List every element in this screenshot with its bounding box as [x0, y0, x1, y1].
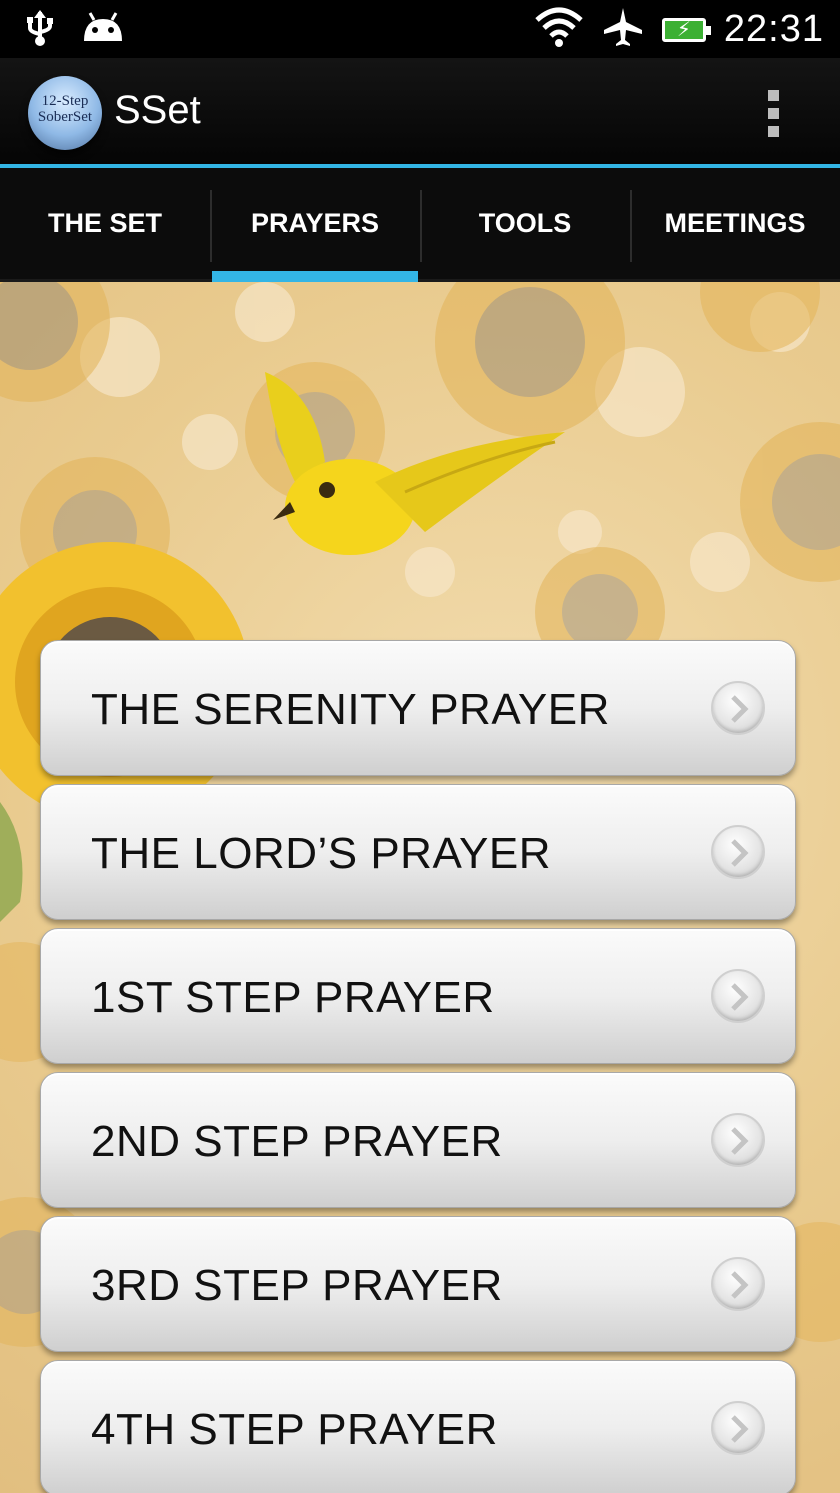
app-title: SSet	[114, 88, 201, 132]
list-item-3rd-step-prayer[interactable]: 3RD STEP PRAYER	[40, 1216, 796, 1352]
app-logo[interactable]: 12-Step SoberSet	[28, 76, 102, 150]
action-bar: 12-Step SoberSet SSet	[0, 58, 840, 168]
overflow-menu-icon[interactable]	[762, 90, 786, 138]
list-item-label: 1ST STEP PRAYER	[91, 973, 495, 1022]
list-item-label: 3RD STEP PRAYER	[91, 1261, 503, 1310]
tab-bar: THE SET PRAYERS TOOLS MEETINGS	[0, 168, 840, 282]
prayer-list: THE SERENITY PRAYER THE LORD’S PRAYER 1S…	[40, 640, 796, 1493]
list-item-serenity-prayer[interactable]: THE SERENITY PRAYER	[40, 640, 796, 776]
list-item-label: THE SERENITY PRAYER	[91, 685, 610, 734]
android-icon	[80, 11, 126, 50]
clock-time: 22:31	[723, 8, 824, 50]
tab-meetings[interactable]: MEETINGS	[630, 168, 840, 279]
list-item-lords-prayer[interactable]: THE LORD’S PRAYER	[40, 784, 796, 920]
chevron-right-icon	[711, 1257, 765, 1311]
logo-line1: 12-Step	[41, 93, 89, 109]
wifi-icon	[534, 6, 584, 53]
bird-image	[265, 372, 565, 555]
list-item-2nd-step-prayer[interactable]: 2ND STEP PRAYER	[40, 1072, 796, 1208]
list-item-label: 4TH STEP PRAYER	[91, 1405, 498, 1454]
chevron-right-icon	[711, 825, 765, 879]
airplane-mode-icon	[602, 6, 644, 53]
prayers-content: THE SERENITY PRAYER THE LORD’S PRAYER 1S…	[0, 282, 840, 1493]
tab-tools[interactable]: TOOLS	[420, 168, 630, 279]
list-item-label: 2ND STEP PRAYER	[91, 1117, 503, 1166]
battery-charging-icon: ⚡	[661, 17, 711, 42]
tab-prayers[interactable]: PRAYERS	[210, 168, 420, 282]
chevron-right-icon	[711, 1113, 765, 1167]
usb-icon	[22, 8, 58, 53]
logo-line2: SoberSet	[37, 109, 93, 125]
chevron-right-icon	[711, 969, 765, 1023]
status-bar: ⚡ 22:31	[0, 0, 840, 58]
list-item-label: THE LORD’S PRAYER	[91, 829, 551, 878]
chevron-right-icon	[711, 1401, 765, 1455]
tab-the-set[interactable]: THE SET	[0, 168, 210, 279]
chevron-right-icon	[711, 681, 765, 735]
list-item-4th-step-prayer[interactable]: 4TH STEP PRAYER	[40, 1360, 796, 1493]
list-item-1st-step-prayer[interactable]: 1ST STEP PRAYER	[40, 928, 796, 1064]
